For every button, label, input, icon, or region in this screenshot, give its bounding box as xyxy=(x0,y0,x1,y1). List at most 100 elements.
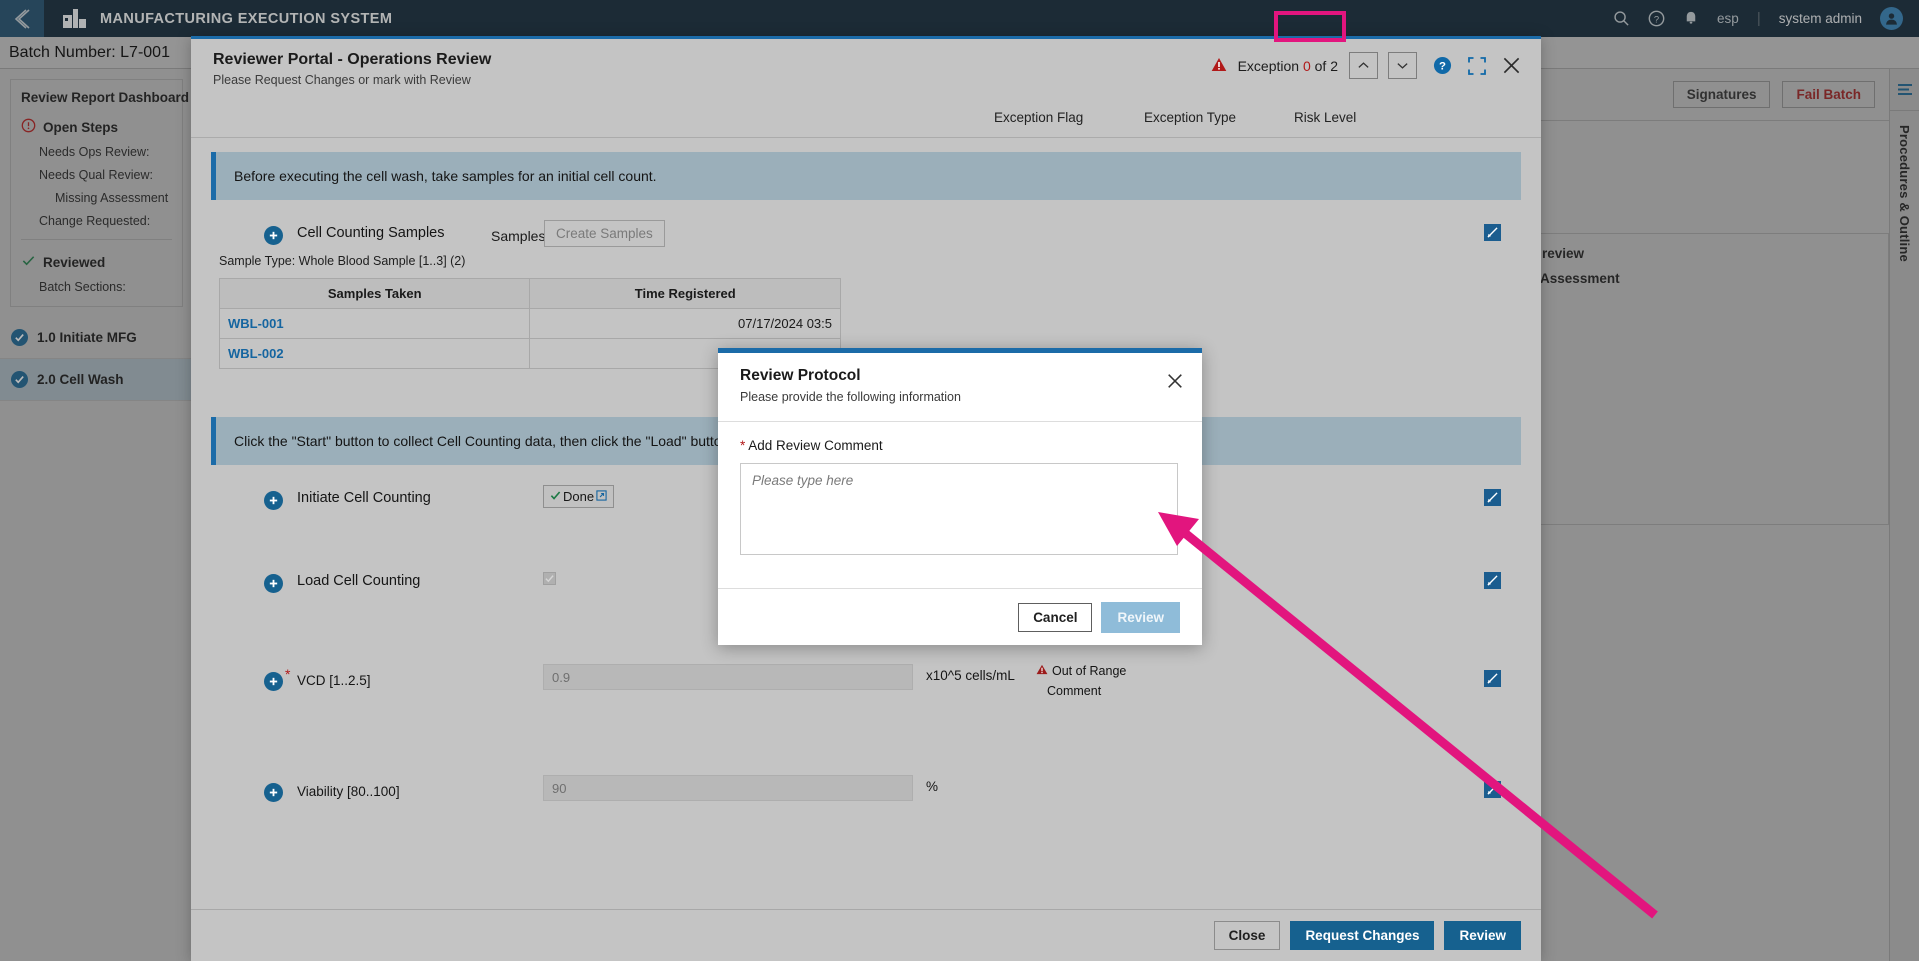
cell-counting-samples-label: Cell Counting Samples xyxy=(297,225,445,241)
nav-divider: | xyxy=(1756,10,1761,27)
check-icon xyxy=(21,253,36,271)
open-steps-label: Open Steps xyxy=(43,119,119,135)
plus-circle-icon[interactable] xyxy=(264,672,283,691)
modal-title: Review Protocol xyxy=(740,367,861,384)
plus-circle-icon[interactable] xyxy=(264,491,283,510)
cell-sample-id[interactable]: WBL-002 xyxy=(218,338,531,369)
check-circle-icon xyxy=(11,371,28,388)
alert-circle-icon xyxy=(21,118,36,136)
step-label: Load Cell Counting xyxy=(297,573,421,589)
dashboard-title: Review Report Dashboard xyxy=(21,90,190,105)
step-viability: Viability [80..100] % xyxy=(211,775,1521,855)
bell-icon[interactable] xyxy=(1683,10,1699,27)
edit-pencil-icon[interactable] xyxy=(1484,670,1501,687)
reviewed-label: Reviewed xyxy=(43,254,106,270)
close-x-icon[interactable] xyxy=(1502,56,1521,75)
signatures-button[interactable]: Signatures xyxy=(1672,81,1771,108)
add-review-comment-label: * Add Review Comment xyxy=(740,438,1180,453)
sample-type-label: Sample Type: Whole Blood Sample [1..3] (… xyxy=(219,254,466,268)
back-button[interactable] xyxy=(0,0,44,37)
svg-text:?: ? xyxy=(1654,14,1659,25)
sidebar-item-cell-wash[interactable]: 2.0 Cell Wash xyxy=(0,359,191,401)
required-star: * xyxy=(740,438,746,453)
close-button[interactable]: Close xyxy=(1213,921,1281,950)
exception-count: 0 xyxy=(1302,57,1311,74)
factory-icon xyxy=(60,8,90,30)
table-row[interactable]: WBL-001 07/17/2024 03:5 xyxy=(218,308,841,339)
help-circle-filled-icon[interactable]: ? xyxy=(1433,56,1452,75)
topnav-right-group: ? esp | system admin xyxy=(1613,7,1919,30)
chevron-down-icon[interactable] xyxy=(1388,52,1417,79)
help-circle-icon[interactable]: ? xyxy=(1648,10,1665,27)
step-label: Viability [80..100] xyxy=(297,784,400,799)
user-avatar-icon[interactable] xyxy=(1880,7,1903,30)
review-button[interactable]: Review xyxy=(1444,921,1521,950)
edit-pencil-icon[interactable] xyxy=(1484,489,1501,506)
user-name-label: system admin xyxy=(1778,11,1862,26)
app-title: MANUFACTURING EXECUTION SYSTEM xyxy=(100,10,393,27)
search-icon[interactable] xyxy=(1613,10,1630,27)
column-risk-level: Risk Level xyxy=(1294,110,1357,125)
edit-pencil-icon[interactable] xyxy=(1484,572,1501,589)
request-changes-button[interactable]: Request Changes xyxy=(1290,921,1435,950)
check-icon xyxy=(550,489,561,504)
cell-counting-samples-row: Cell Counting Samples Samples: 2 Create … xyxy=(211,218,1521,248)
edit-pencil-icon[interactable] xyxy=(1484,224,1501,241)
open-steps-header: Open Steps xyxy=(21,118,172,136)
left-sidebar: Review Report Dashboard Open Steps Needs… xyxy=(0,69,191,961)
done-button[interactable]: Done xyxy=(543,485,615,508)
th-samples-taken: Samples Taken xyxy=(218,278,531,309)
column-exception-flag: Exception Flag xyxy=(994,110,1084,125)
review-protocol-modal: Review Protocol Please provide the follo… xyxy=(718,348,1202,645)
warning-triangle-icon xyxy=(1036,664,1048,678)
reviewed-header: Reviewed xyxy=(21,253,172,271)
review-comment-textarea[interactable] xyxy=(740,463,1178,555)
column-exception-type: Exception Type xyxy=(1144,110,1237,125)
done-label: Done xyxy=(563,489,595,504)
exception-of: of 2 xyxy=(1314,57,1338,74)
modal-header: Review Protocol Please provide the follo… xyxy=(718,353,1202,421)
plus-circle-icon[interactable] xyxy=(264,783,283,802)
step-vcd: * VCD [1..2.5] x10^5 cells/mL Out of Ran… xyxy=(211,664,1521,769)
plus-circle-icon[interactable] xyxy=(264,226,283,245)
plus-circle-icon[interactable] xyxy=(264,574,283,593)
comment-label-text: Add Review Comment xyxy=(748,438,883,453)
language-selector[interactable]: esp xyxy=(1717,11,1739,26)
cell-sample-id[interactable]: WBL-001 xyxy=(218,308,531,339)
portal-title: Reviewer Portal - Operations Review xyxy=(213,51,492,68)
load-cell-counting-checkbox[interactable] xyxy=(543,572,556,585)
portal-header: Reviewer Portal - Operations Review Plea… xyxy=(191,39,1541,106)
instruction-banner-1: Before executing the cell wash, take sam… xyxy=(211,152,1521,200)
fail-batch-button[interactable]: Fail Batch xyxy=(1782,81,1875,108)
procedures-outline-tab[interactable]: Procedures & Outline xyxy=(1897,125,1912,262)
warning-triangle-icon xyxy=(1211,57,1227,75)
exception-status: Exception 0 of 2 xyxy=(1238,58,1338,74)
change-requested-label: Change Requested: xyxy=(39,214,151,228)
cancel-button[interactable]: Cancel xyxy=(1018,602,1093,632)
fullscreen-icon[interactable] xyxy=(1468,56,1486,75)
required-star: * xyxy=(285,666,291,682)
modal-subtitle: Please provide the following information xyxy=(740,390,961,404)
sidebar-item-initiate-mfg[interactable]: 1.0 Initiate MFG xyxy=(0,317,191,359)
edit-pencil-icon[interactable] xyxy=(1484,781,1501,798)
cell-time-registered: 07/17/2024 03:5 xyxy=(529,308,841,339)
chevron-up-icon[interactable] xyxy=(1349,52,1378,79)
external-link-icon[interactable] xyxy=(596,489,607,504)
dashboard-divider xyxy=(21,239,172,240)
vcd-unit-label: x10^5 cells/mL xyxy=(926,668,1015,683)
hamburger-icon[interactable] xyxy=(1890,69,1919,111)
viability-input[interactable] xyxy=(543,775,913,801)
vcd-input[interactable] xyxy=(543,664,913,690)
review-report-dashboard-card: Review Report Dashboard Open Steps Needs… xyxy=(10,79,190,307)
batch-sections-label: Batch Sections: xyxy=(39,280,126,294)
close-x-icon[interactable] xyxy=(1166,372,1184,390)
create-samples-button[interactable]: Create Samples xyxy=(544,220,665,247)
modal-review-button[interactable]: Review xyxy=(1101,601,1180,633)
step-label: Initiate Cell Counting xyxy=(297,490,431,506)
right-rail: Procedures & Outline xyxy=(1889,69,1919,961)
review-protocol-modal-wrapper: Review Protocol Please provide the follo… xyxy=(718,348,1202,645)
exception-label: Exception xyxy=(1237,57,1300,74)
top-navigation-bar: MANUFACTURING EXECUTION SYSTEM ? esp | s… xyxy=(0,0,1919,37)
out-of-range-text: Out of Range xyxy=(1052,664,1127,678)
th-time-registered: Time Registered xyxy=(529,278,841,309)
